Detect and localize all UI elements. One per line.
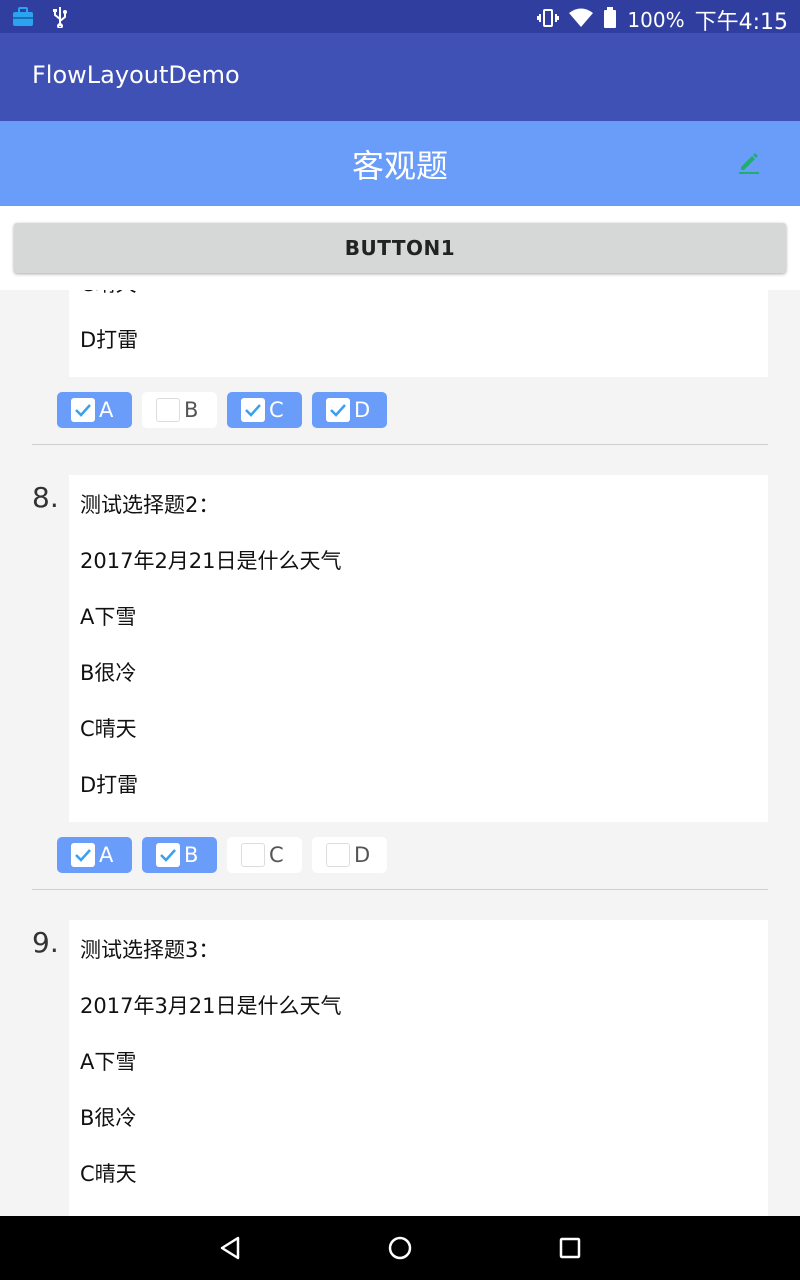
status-bar: 100% 下午4:15 — [0, 0, 800, 35]
home-icon[interactable] — [386, 1234, 414, 1262]
option-group: A B C D — [57, 837, 387, 873]
usb-icon — [52, 6, 68, 32]
divider — [32, 444, 768, 445]
checkbox-checked-icon — [71, 398, 95, 422]
option-label: C — [269, 398, 284, 422]
question-number: 9. — [32, 926, 59, 959]
checkbox-checked-icon — [241, 398, 265, 422]
checkbox-checked-icon — [71, 843, 95, 867]
option-d[interactable]: D — [312, 837, 387, 873]
checkbox-empty-icon — [241, 843, 265, 867]
question-line: D打雷 — [80, 328, 139, 352]
option-a[interactable]: A — [57, 837, 132, 873]
navigation-bar — [0, 1216, 800, 1280]
question-line: B很冷 — [80, 1106, 137, 1130]
section-title: 客观题 — [351, 147, 448, 185]
question-card: C晴天 D打雷 — [69, 290, 768, 377]
question-line: B很冷 — [80, 661, 137, 685]
wifi-icon — [569, 8, 594, 33]
section-header: 客观题 — [0, 121, 800, 206]
option-label: A — [99, 843, 114, 867]
question-card: 测试选择题3： 2017年3月21日是什么天气 A下雪 B很冷 C晴天 — [69, 920, 768, 1216]
back-icon[interactable] — [217, 1234, 245, 1262]
edit-icon[interactable] — [736, 149, 762, 175]
question-line: A下雪 — [80, 1050, 137, 1074]
question-number: 8. — [32, 481, 59, 514]
question-line: 测试选择题3： — [80, 938, 220, 962]
option-label: C — [269, 843, 284, 867]
question-line: C晴天 — [80, 1162, 137, 1186]
button-area: BUTTON1 — [0, 206, 800, 290]
question-line: 测试选择题2： — [80, 493, 220, 517]
question-list[interactable]: C晴天 D打雷 A B C D 8. 测试选择题2 — [0, 290, 800, 1216]
checkbox-checked-icon — [156, 843, 180, 867]
checkbox-empty-icon — [326, 843, 350, 867]
question-line: C晴天 — [80, 290, 137, 298]
option-label: A — [99, 398, 114, 422]
option-a[interactable]: A — [57, 392, 132, 428]
option-d[interactable]: D — [312, 392, 387, 428]
question-line: D打雷 — [80, 773, 139, 797]
option-label: B — [184, 843, 199, 867]
app-title: FlowLayoutDemo — [32, 61, 240, 89]
question-line: A下雪 — [80, 605, 137, 629]
checkbox-empty-icon — [156, 398, 180, 422]
battery-icon — [603, 6, 617, 34]
battery-percent: 100% — [627, 8, 685, 32]
recents-icon[interactable] — [556, 1234, 584, 1262]
option-b[interactable]: B — [142, 392, 217, 428]
option-c[interactable]: C — [227, 392, 302, 428]
checkbox-checked-icon — [326, 398, 350, 422]
option-b[interactable]: B — [142, 837, 217, 873]
question-card: 测试选择题2： 2017年2月21日是什么天气 A下雪 B很冷 C晴天 D打雷 — [69, 475, 768, 822]
option-label: D — [354, 843, 371, 867]
app-bar: FlowLayoutDemo — [0, 33, 800, 121]
button1[interactable]: BUTTON1 — [14, 223, 786, 273]
vibrate-icon — [537, 7, 560, 34]
option-label: D — [354, 398, 371, 422]
question-line: C晴天 — [80, 717, 137, 741]
divider — [32, 889, 768, 890]
question-line: 2017年3月21日是什么天气 — [80, 994, 342, 1018]
question-line: 2017年2月21日是什么天气 — [80, 549, 342, 573]
clock: 下午4:15 — [694, 10, 788, 35]
option-group: A B C D — [57, 392, 387, 428]
option-c[interactable]: C — [227, 837, 302, 873]
option-label: B — [184, 398, 199, 422]
briefcase-icon — [12, 7, 34, 31]
